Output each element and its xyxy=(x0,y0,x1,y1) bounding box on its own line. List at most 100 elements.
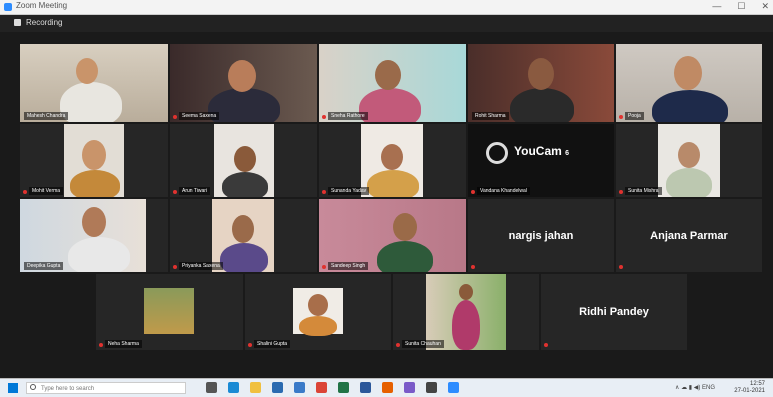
recording-label: Recording xyxy=(26,18,63,27)
participant-name: Seema Saxena xyxy=(179,112,220,120)
participant-figure xyxy=(652,90,728,122)
participant-tile[interactable]: Sunita Chauhan xyxy=(393,274,539,350)
edge-icon[interactable] xyxy=(228,382,239,393)
video-feed xyxy=(293,288,343,336)
mic-muted-icon xyxy=(471,190,475,194)
mail-icon[interactable] xyxy=(294,382,305,393)
participant-name: Sandeep Singh xyxy=(328,262,369,270)
video-feed xyxy=(468,44,614,122)
mic-muted-icon xyxy=(322,190,326,194)
zoom-taskbar-icon[interactable] xyxy=(448,382,459,393)
meeting-toolbar: Recording xyxy=(0,15,773,32)
mic-muted-icon xyxy=(619,115,623,119)
video-feed xyxy=(616,44,762,122)
participant-head xyxy=(82,140,106,170)
participant-figure xyxy=(666,168,712,197)
mic-muted-icon xyxy=(173,115,177,119)
participant-head xyxy=(82,207,106,237)
participant-figure xyxy=(359,88,421,122)
system-clock[interactable]: 12:57 27-01-2021 xyxy=(734,381,765,395)
mic-muted-icon xyxy=(173,265,177,269)
windows-start-icon[interactable] xyxy=(8,383,18,393)
participant-head xyxy=(528,58,554,90)
participant-tile[interactable]: nargis jahan xyxy=(468,199,614,272)
participant-figure xyxy=(367,170,419,197)
participant-tile[interactable]: Shalini Gupta xyxy=(245,274,391,350)
chrome-icon[interactable] xyxy=(316,382,327,393)
mic-muted-icon xyxy=(619,190,623,194)
participant-figure xyxy=(222,172,268,197)
participant-head xyxy=(381,144,403,170)
participant-name: Priyanka Saxena xyxy=(179,262,223,270)
minimize-button[interactable]: — xyxy=(712,1,721,12)
participant-tile[interactable]: Anjana Parmar xyxy=(616,199,762,272)
youcam-logo-icon xyxy=(486,142,508,164)
participant-tile[interactable]: Priyanka Saxena xyxy=(170,199,317,272)
participant-tile[interactable]: Mahesh Chandra xyxy=(20,44,168,122)
participant-head xyxy=(308,294,328,316)
participant-head xyxy=(375,60,401,90)
participant-figure xyxy=(510,88,574,122)
participant-tile[interactable]: Sunanda Yadav xyxy=(319,124,466,197)
participant-name: Arun Tiwari xyxy=(179,187,211,195)
clock-time: 12:57 xyxy=(749,381,765,387)
participant-head xyxy=(393,213,417,241)
mic-muted-icon xyxy=(173,190,177,194)
system-tray-icons[interactable]: ∧ ☁ ▮ ◀) ENG xyxy=(675,384,715,391)
search-icon xyxy=(30,384,36,390)
video-feed xyxy=(144,288,194,334)
gallery-view: Mahesh Chandra Seema Saxena Sneha Rathor… xyxy=(0,32,773,378)
participant-tile[interactable]: Sunita Mishra xyxy=(616,124,762,197)
calculator-icon[interactable] xyxy=(426,382,437,393)
mic-muted-icon xyxy=(248,343,252,347)
mic-muted-icon xyxy=(544,343,548,347)
participant-figure xyxy=(377,241,433,272)
participant-figure xyxy=(299,316,337,336)
participant-tile[interactable]: Ridhi Pandey xyxy=(541,274,687,350)
windows-taskbar: Type here to search ∧ ☁ ▮ ◀) ENG 12:57 2… xyxy=(0,378,773,397)
participant-name: Pooja xyxy=(625,112,644,120)
window-titlebar: Zoom Meeting — ☐ ✕ xyxy=(0,0,773,15)
task-view-icon[interactable] xyxy=(206,382,217,393)
participant-figure xyxy=(60,82,122,122)
participant-tile[interactable]: Deepika Gupta xyxy=(20,199,168,272)
youcam-logo-text: YouCam 6 xyxy=(514,144,570,158)
participant-head xyxy=(234,146,256,172)
photos-icon[interactable] xyxy=(404,382,415,393)
participant-name-placeholder: Ridhi Pandey xyxy=(579,306,649,318)
video-feed xyxy=(64,124,124,197)
participant-head xyxy=(674,56,702,90)
participant-head xyxy=(459,284,473,300)
close-button[interactable]: ✕ xyxy=(761,1,769,12)
participant-tile[interactable]: Seema Saxena xyxy=(170,44,317,122)
excel-icon[interactable] xyxy=(338,382,349,393)
taskbar-apps xyxy=(206,382,459,393)
zoom-app-icon xyxy=(4,3,12,11)
clock-date: 27-01-2021 xyxy=(734,388,765,394)
word-icon[interactable] xyxy=(360,382,371,393)
mic-muted-icon xyxy=(322,115,326,119)
maximize-button[interactable]: ☐ xyxy=(737,1,745,12)
participant-name: Neha Sharma xyxy=(105,340,142,348)
store-icon[interactable] xyxy=(272,382,283,393)
participant-name-placeholder: nargis jahan xyxy=(508,229,574,242)
participant-tile[interactable]: Rohit Sharma xyxy=(468,44,614,122)
participant-tile[interactable]: Mohit Verma xyxy=(20,124,168,197)
explorer-icon[interactable] xyxy=(250,382,261,393)
taskbar-search-input[interactable]: Type here to search xyxy=(26,382,186,394)
participant-name: Mahesh Chandra xyxy=(24,112,69,120)
mic-muted-icon xyxy=(396,343,400,347)
participant-name: Mohit Verma xyxy=(29,187,64,195)
participant-head xyxy=(232,215,254,243)
firefox-icon[interactable] xyxy=(382,382,393,393)
mic-muted-icon xyxy=(23,190,27,194)
participant-tile[interactable]: Neha Sharma xyxy=(96,274,243,350)
participant-head xyxy=(678,142,700,168)
participant-tile[interactable]: Arun Tiwari xyxy=(170,124,317,197)
participant-tile[interactable]: Pooja xyxy=(616,44,762,122)
mic-muted-icon xyxy=(471,265,475,269)
video-feed xyxy=(319,44,466,122)
participant-tile[interactable]: YouCam 6 Vandana Khandelwal xyxy=(468,124,614,197)
participant-tile[interactable]: Sandeep Singh xyxy=(319,199,466,272)
participant-tile[interactable]: Sneha Rathore xyxy=(319,44,466,122)
